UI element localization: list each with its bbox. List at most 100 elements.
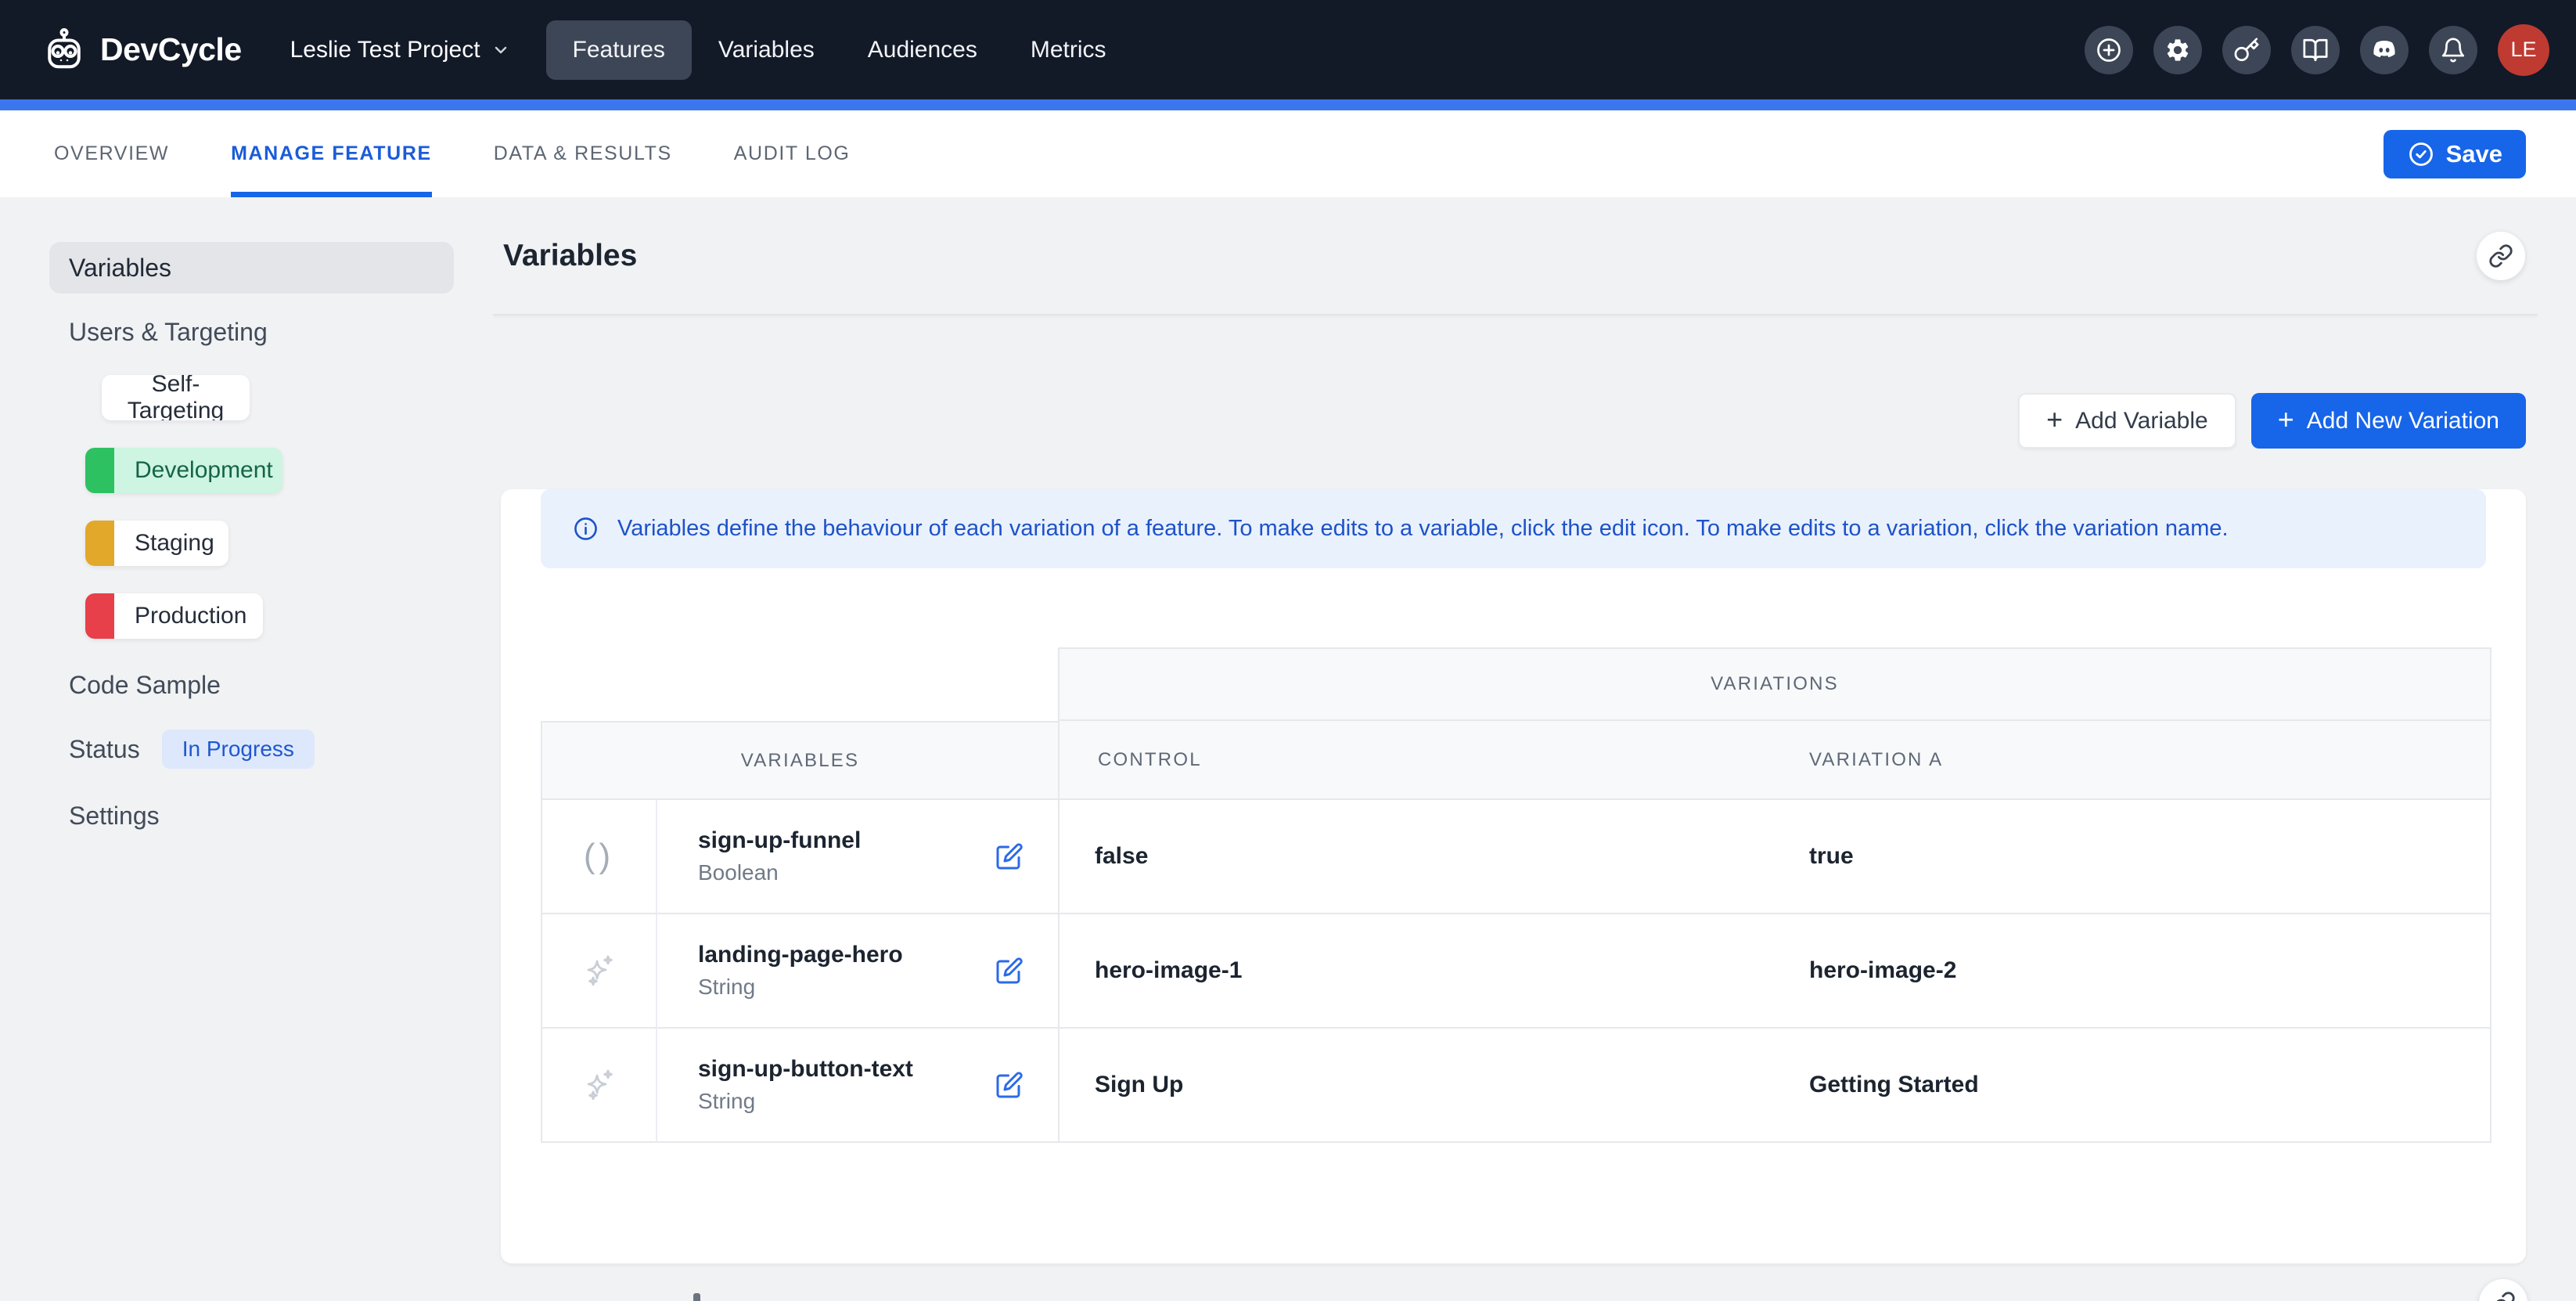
development-label: Development: [114, 457, 282, 484]
control-value: false: [1095, 843, 1148, 870]
link-icon: [2488, 243, 2513, 268]
variable-name-cell: sign-up-button-text String: [657, 1029, 1058, 1143]
save-label: Save: [2446, 140, 2502, 168]
sidebar-item-environment-development[interactable]: Development: [85, 448, 282, 493]
page-title: Variables: [503, 239, 637, 273]
sidebar-item-environment-staging[interactable]: Staging: [85, 521, 228, 566]
feature-sidebar: Variables Users & Targeting Self-Targeti…: [0, 197, 493, 1301]
variable-type-cell: [541, 914, 657, 1029]
discord-icon: [2370, 36, 2398, 64]
string-type-icon: [581, 1066, 618, 1104]
nav-link-features[interactable]: Features: [546, 20, 692, 80]
variation-a-value-cell: hero-image-2: [1775, 914, 2491, 1029]
staging-color-bar: [85, 521, 114, 566]
devcycle-brand[interactable]: DevCycle: [41, 27, 242, 74]
status-label[interactable]: Status: [69, 735, 140, 764]
info-banner: Variables define the behaviour of each v…: [541, 489, 2486, 568]
development-color-bar: [85, 448, 114, 493]
status-badge: In Progress: [162, 730, 315, 769]
table-spacer: [541, 647, 1058, 721]
variations-group-header: VARIATIONS: [1058, 647, 2491, 721]
control-value-cell: hero-image-1: [1058, 914, 1775, 1029]
primary-nav: Features Variables Audiences Metrics: [546, 20, 1133, 80]
section-anchor-link-button[interactable]: [2477, 232, 2525, 280]
bell-icon: [2440, 37, 2466, 63]
variable-type-cell: [541, 1029, 657, 1143]
clipped-next-section-text: [693, 1293, 700, 1301]
staging-label: Staging: [114, 530, 228, 557]
edit-variable-button[interactable]: [995, 842, 1024, 870]
add-new-variation-button[interactable]: + Add New Variation: [2251, 393, 2526, 449]
navbar-actions: LE: [2085, 24, 2549, 76]
column-header-variables: VARIABLES: [541, 721, 1058, 800]
top-navbar: DevCycle Leslie Test Project Features Va…: [0, 0, 2576, 99]
project-name: Leslie Test Project: [290, 37, 480, 63]
header-divider: [493, 314, 2538, 315]
page-body: Variables Users & Targeting Self-Targeti…: [0, 197, 2576, 1301]
notifications-button[interactable]: [2429, 26, 2477, 74]
variation-a-value: hero-image-2: [1809, 957, 1956, 984]
tab-overview[interactable]: OVERVIEW: [54, 110, 169, 197]
feature-tabbar: OVERVIEW MANAGE FEATURE DATA & RESULTS A…: [0, 110, 2576, 197]
variable-actions: + Add Variable + Add New Variation: [493, 393, 2576, 449]
variable-name-cell: sign-up-funnel Boolean: [657, 800, 1058, 914]
sidebar-item-environment-production[interactable]: Production: [85, 593, 263, 639]
nav-link-metrics[interactable]: Metrics: [1004, 20, 1133, 80]
main-panel: Variables + Add Variable + Add New Varia…: [493, 197, 2576, 1301]
variation-a-value: true: [1809, 843, 1854, 870]
save-button[interactable]: Save: [2384, 130, 2526, 178]
check-circle-icon: [2407, 140, 2435, 168]
edit-variable-button[interactable]: [995, 1071, 1024, 1099]
variable-type-cell: (): [541, 800, 657, 914]
project-selector[interactable]: Leslie Test Project: [290, 37, 510, 63]
self-targeting-label: Self-Targeting: [102, 375, 250, 420]
add-variable-button[interactable]: + Add Variable: [2018, 393, 2236, 449]
docs-button[interactable]: [2291, 26, 2340, 74]
production-color-bar: [85, 593, 114, 639]
accent-bar: [0, 99, 2576, 110]
variation-a-value-cell: Getting Started: [1775, 1029, 2491, 1143]
column-header-control[interactable]: CONTROL: [1058, 721, 1775, 800]
book-icon: [2302, 37, 2329, 63]
sidebar-item-settings[interactable]: Settings: [69, 802, 493, 831]
control-value: hero-image-1: [1095, 957, 1242, 984]
edit-variable-button[interactable]: [995, 957, 1024, 985]
create-button[interactable]: [2085, 26, 2133, 74]
user-avatar[interactable]: LE: [2498, 24, 2549, 76]
sidebar-item-users-targeting[interactable]: Users & Targeting: [69, 318, 493, 347]
sidebar-item-code-sample[interactable]: Code Sample: [69, 671, 493, 700]
string-type-icon: [581, 952, 618, 989]
section-header: Variables: [493, 197, 2576, 314]
variation-a-value: Getting Started: [1809, 1072, 1979, 1098]
tab-audit-log[interactable]: AUDIT LOG: [734, 110, 851, 197]
info-banner-text: Variables define the behaviour of each v…: [617, 516, 2229, 542]
discord-button[interactable]: [2360, 26, 2409, 74]
variable-name-cell: landing-page-hero String: [657, 914, 1058, 1029]
gear-icon: [2164, 37, 2191, 63]
sidebar-item-variables[interactable]: Variables: [49, 242, 454, 294]
control-value-cell: false: [1058, 800, 1775, 914]
add-variable-label: Add Variable: [2075, 408, 2208, 434]
variation-a-value-cell: true: [1775, 800, 2491, 914]
api-keys-button[interactable]: [2222, 26, 2271, 74]
chevron-down-icon: [491, 41, 510, 59]
sidebar-item-self-targeting[interactable]: Self-Targeting: [102, 375, 250, 420]
control-value-cell: Sign Up: [1058, 1029, 1775, 1143]
plus-circle-icon: [2095, 36, 2123, 64]
variables-table: VARIATIONS VARIABLES CONTROL VARIATION A…: [541, 647, 2491, 1143]
devcycle-logo-icon: [41, 27, 88, 74]
column-header-variation-a[interactable]: VARIATION A: [1775, 721, 2491, 800]
tab-manage-feature[interactable]: MANAGE FEATURE: [231, 110, 432, 197]
info-icon: [573, 516, 599, 542]
production-label: Production: [114, 603, 263, 629]
boolean-type-icon: (): [584, 837, 614, 876]
nav-link-variables[interactable]: Variables: [692, 20, 841, 80]
variables-card: Variables define the behaviour of each v…: [501, 489, 2526, 1263]
settings-button[interactable]: [2153, 26, 2202, 74]
add-new-variation-label: Add New Variation: [2307, 408, 2499, 434]
plus-icon: +: [2278, 405, 2294, 434]
sidebar-status-row: Status In Progress: [69, 730, 493, 769]
tab-data-results[interactable]: DATA & RESULTS: [494, 110, 672, 197]
link-icon: [2491, 1291, 2516, 1301]
nav-link-audiences[interactable]: Audiences: [841, 20, 1004, 80]
